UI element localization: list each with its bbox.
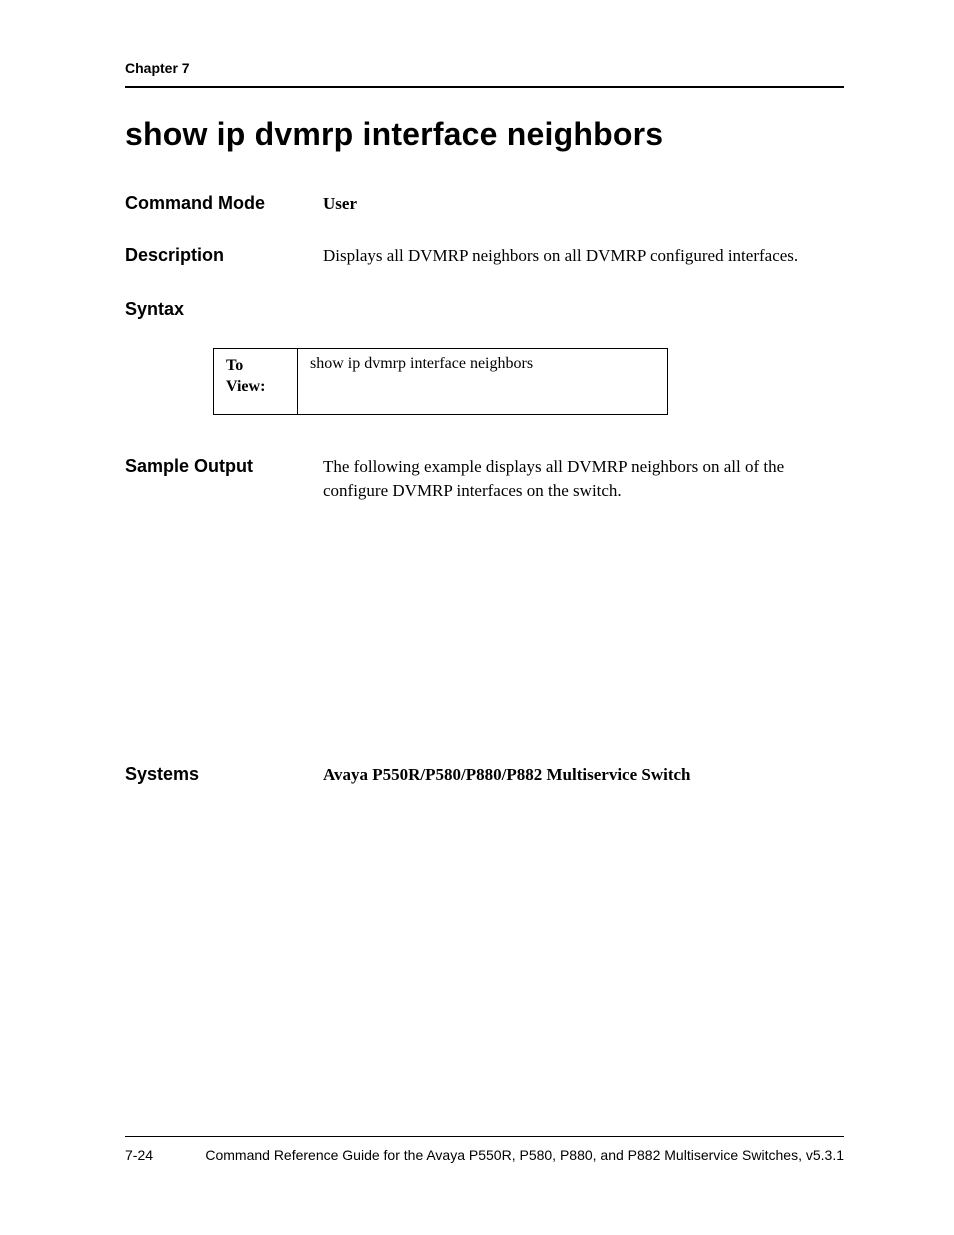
page-number: 7-24 [125,1147,153,1163]
command-mode-label: Command Mode [125,193,323,214]
sample-output-row: Sample Output The following example disp… [125,455,844,504]
sample-output-label: Sample Output [125,456,323,477]
footer-row: 7-24 Command Reference Guide for the Ava… [125,1147,844,1163]
syntax-label: Syntax [125,299,844,320]
page-title: show ip dvmrp interface neighbors [125,116,844,153]
header-rule [125,86,844,88]
syntax-table: To View: show ip dvmrp interface neighbo… [213,348,668,415]
footer-text: Command Reference Guide for the Avaya P5… [205,1147,844,1163]
chapter-header: Chapter 7 [125,60,844,86]
footer-rule [125,1136,844,1137]
syntax-table-left-cell: To View: [214,348,298,414]
page-footer: 7-24 Command Reference Guide for the Ava… [125,1136,844,1163]
document-page: Chapter 7 show ip dvmrp interface neighb… [0,0,954,1235]
syntax-left-line2: View: [226,378,265,395]
syntax-table-right-cell: show ip dvmrp interface neighbors [298,348,668,414]
systems-label: Systems [125,764,323,785]
description-label: Description [125,245,323,266]
command-mode-value: User [323,194,357,214]
command-mode-row: Command Mode User [125,193,844,214]
syntax-table-row: To View: show ip dvmrp interface neighbo… [214,348,668,414]
description-value: Displays all DVMRP neighbors on all DVMR… [323,244,798,269]
syntax-left-line1: To [226,357,243,374]
systems-row: Systems Avaya P550R/P580/P880/P882 Multi… [125,764,844,785]
sample-output-value: The following example displays all DVMRP… [323,455,844,504]
description-row: Description Displays all DVMRP neighbors… [125,244,844,269]
systems-value: Avaya P550R/P580/P880/P882 Multiservice … [323,765,691,785]
